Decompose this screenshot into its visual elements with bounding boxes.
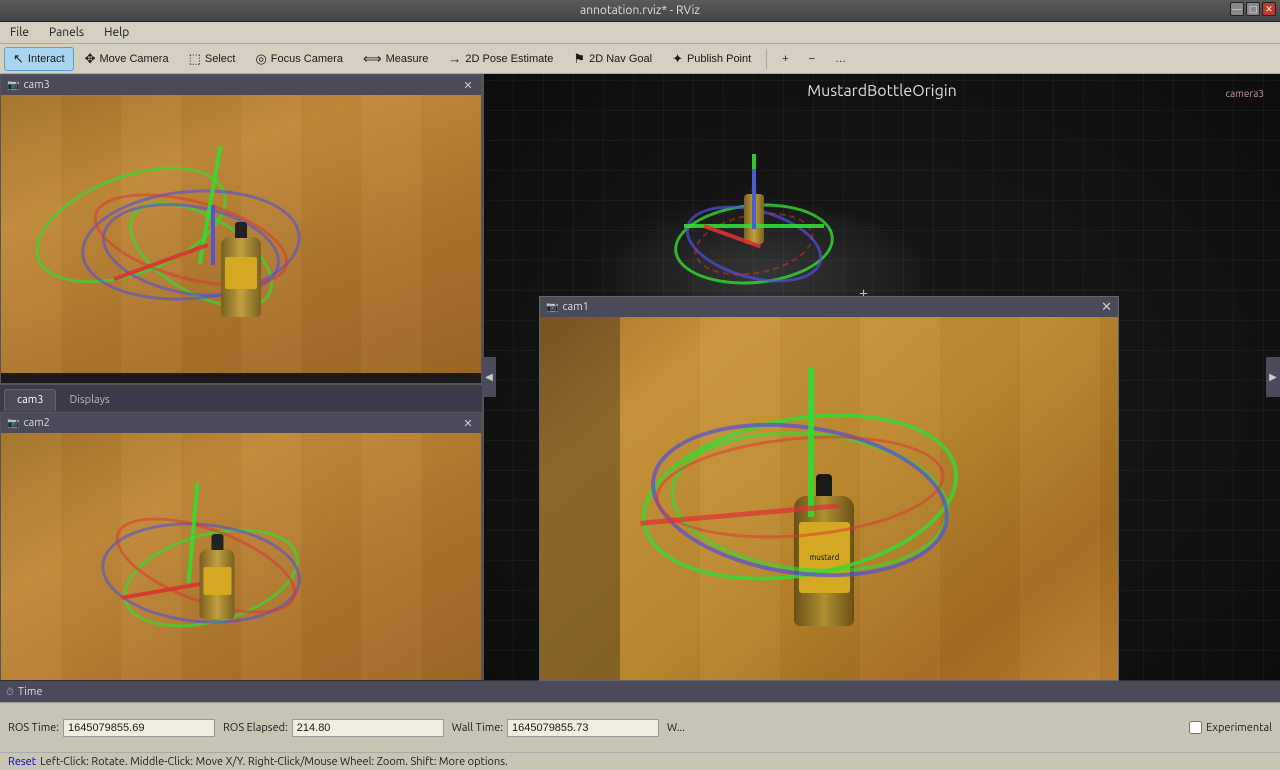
ruler-icon: ⟺ bbox=[363, 51, 382, 67]
cam1-label: cam1 bbox=[562, 301, 588, 313]
main-content: 📷 cam3 ✕ bbox=[0, 74, 1280, 680]
ros-elapsed-field: ROS Elapsed: bbox=[223, 719, 444, 737]
move-icon: ✥ bbox=[85, 51, 96, 67]
tab-cam3[interactable]: cam3 bbox=[4, 389, 56, 411]
cam2-label: cam2 bbox=[23, 417, 49, 429]
toolbar-minus[interactable]: − bbox=[800, 47, 824, 71]
footer-hint-text: Left-Click: Rotate. Middle-Click: Move X… bbox=[40, 756, 508, 768]
nav-icon: ⚑ bbox=[573, 51, 585, 67]
footer-hint: Reset Left-Click: Rotate. Middle-Click: … bbox=[0, 752, 1280, 770]
cam2-panel: 📷 cam2 ✕ bbox=[0, 412, 482, 680]
cam1-image: mustard bbox=[540, 317, 1118, 680]
cam3-image bbox=[1, 95, 481, 373]
cam2-camera-icon: 📷 bbox=[7, 417, 19, 429]
right-panel: MustardBottleOrigin camera3 + 📷 cam1 ✕ m… bbox=[484, 74, 1280, 680]
cursor-icon: ↖ bbox=[13, 51, 24, 67]
toolbar-plus[interactable]: + bbox=[773, 47, 797, 71]
cam1-camera-icon: 📷 bbox=[546, 301, 558, 313]
wall-time-field: Wall Time: bbox=[452, 719, 659, 737]
wall-time-input[interactable] bbox=[507, 719, 659, 737]
wall-extra-label: W... bbox=[667, 722, 685, 734]
interact-button[interactable]: ↖ Interact bbox=[4, 47, 74, 71]
cam2-close-button[interactable]: ✕ bbox=[461, 416, 475, 430]
clock-icon: ⏱ bbox=[6, 686, 14, 698]
menu-help[interactable]: Help bbox=[98, 24, 135, 41]
cam1-art: mustard bbox=[540, 317, 1118, 680]
ros-time-field: ROS Time: bbox=[8, 719, 215, 737]
nav-goal-button[interactable]: ⚑ 2D Nav Goal bbox=[564, 47, 661, 71]
select-icon: ⬚ bbox=[189, 51, 201, 67]
wall-extra-field: W... bbox=[667, 722, 685, 734]
cam1-close-button[interactable]: ✕ bbox=[1101, 300, 1112, 315]
timebar: ROS Time: ROS Elapsed: Wall Time: W... E… bbox=[0, 702, 1280, 752]
ros-time-input[interactable] bbox=[63, 719, 215, 737]
cam3-panel: 📷 cam3 ✕ bbox=[0, 74, 482, 384]
bottle-3d-object bbox=[221, 237, 261, 317]
ros-elapsed-label: ROS Elapsed: bbox=[223, 722, 288, 734]
maximize-button[interactable]: □ bbox=[1246, 2, 1260, 16]
experimental-checkbox[interactable] bbox=[1189, 721, 1202, 734]
cam2-header[interactable]: 📷 cam2 ✕ bbox=[1, 413, 481, 433]
cam3-camera-icon: 📷 bbox=[7, 79, 19, 91]
publish-point-button[interactable]: ✦ Publish Point bbox=[663, 47, 760, 71]
menu-file[interactable]: File bbox=[4, 24, 35, 41]
move-camera-button[interactable]: ✥ Move Camera bbox=[76, 47, 178, 71]
cam3-label: cam3 bbox=[23, 79, 49, 91]
collapse-right-button[interactable]: ▶ bbox=[1266, 357, 1280, 397]
statusbar: ⏱ Time bbox=[0, 680, 1280, 702]
toolbar: ↖ Interact ✥ Move Camera ⬚ Select ◎ Focu… bbox=[0, 44, 1280, 74]
window-title: annotation.rviz* - RViz bbox=[580, 4, 700, 17]
tab-displays[interactable]: Displays bbox=[56, 389, 122, 411]
camera3-label: camera3 bbox=[1226, 88, 1264, 99]
cam2-image bbox=[1, 433, 481, 699]
cam3-close-button[interactable]: ✕ bbox=[461, 78, 475, 92]
select-button[interactable]: ⬚ Select bbox=[180, 47, 245, 71]
toolbar-extra[interactable]: … bbox=[826, 47, 855, 71]
reset-button[interactable]: Reset bbox=[8, 756, 36, 768]
menu-panels[interactable]: Panels bbox=[43, 24, 90, 41]
left-panel: 📷 cam3 ✕ bbox=[0, 74, 484, 680]
3d-viewport-label: MustardBottleOrigin bbox=[807, 82, 957, 100]
cam3-art bbox=[1, 95, 481, 373]
cam1-panel: 📷 cam1 ✕ mustard bbox=[539, 296, 1119, 681]
axis-blue bbox=[211, 205, 215, 265]
titlebar: annotation.rviz* - RViz — □ ✕ bbox=[0, 0, 1280, 22]
ros-time-label: ROS Time: bbox=[8, 722, 59, 734]
focus-camera-button[interactable]: ◎ Focus Camera bbox=[246, 47, 351, 71]
experimental-area: Experimental bbox=[1189, 721, 1272, 734]
panel-tabs: cam3 Displays bbox=[0, 384, 482, 412]
collapse-left-button[interactable]: ◀ bbox=[482, 357, 496, 397]
status-label: Time bbox=[18, 686, 43, 698]
experimental-label: Experimental bbox=[1206, 722, 1272, 734]
pose-icon: → bbox=[448, 51, 461, 66]
cam2-bottle bbox=[200, 549, 235, 619]
cam3-header[interactable]: 📷 cam3 ✕ bbox=[1, 75, 481, 95]
menubar: File Panels Help bbox=[0, 22, 1280, 44]
close-button[interactable]: ✕ bbox=[1262, 2, 1276, 16]
cam1-header[interactable]: 📷 cam1 ✕ bbox=[540, 297, 1118, 317]
pose-estimate-button[interactable]: → 2D Pose Estimate bbox=[439, 47, 562, 71]
3d-axis-blue bbox=[752, 169, 756, 229]
ros-elapsed-input[interactable] bbox=[292, 719, 444, 737]
measure-button[interactable]: ⟺ Measure bbox=[354, 47, 437, 71]
window-controls: — □ ✕ bbox=[1230, 2, 1276, 16]
point-icon: ✦ bbox=[672, 51, 683, 67]
cam1-axis-green-v bbox=[808, 367, 814, 517]
toolbar-separator bbox=[766, 49, 767, 69]
focus-icon: ◎ bbox=[255, 51, 266, 67]
wall-time-label: Wall Time: bbox=[452, 722, 503, 734]
cam2-art bbox=[1, 433, 481, 699]
minimize-button[interactable]: — bbox=[1230, 2, 1244, 16]
